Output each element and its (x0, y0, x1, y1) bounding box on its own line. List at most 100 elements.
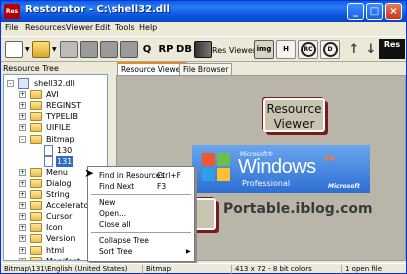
expand-icon[interactable]: + (19, 257, 26, 260)
microsoft-logo-text: Microsoft (328, 183, 360, 190)
extract-folder-icon[interactable] (100, 41, 118, 58)
tree-item-label[interactable]: shell32.dll (33, 78, 76, 89)
minimize-button[interactable]: _ (347, 3, 364, 20)
folder-icon (30, 212, 42, 222)
viewer-rc-button[interactable]: RC (298, 40, 318, 59)
context-menu-item[interactable]: New (88, 197, 194, 208)
tree-item-label[interactable]: html (45, 245, 65, 256)
xp-text: xp (324, 153, 335, 162)
bitmap-file-icon (44, 155, 53, 167)
new-file-icon[interactable] (5, 41, 23, 58)
menu-resources[interactable]: Resources (25, 23, 66, 32)
tree-item-label[interactable]: 131 (56, 155, 74, 167)
viewer-dialog-button[interactable]: D (320, 40, 340, 59)
menu-item-label: Sort Tree (99, 247, 133, 256)
resource-viewer-label: Res Viewer: (212, 46, 259, 55)
book-icon[interactable] (194, 41, 212, 58)
tree-item-label[interactable]: Menu (45, 167, 69, 178)
menu-edit[interactable]: Edit (95, 23, 111, 32)
menu-separator (91, 232, 191, 233)
tree-item-label[interactable]: REGINST (45, 100, 82, 111)
folder-icon (30, 90, 42, 100)
tree-item-label[interactable]: Bitmap (45, 134, 76, 145)
tab-file-browser[interactable]: File Browser (179, 63, 233, 75)
folder-icon (30, 234, 42, 244)
context-menu-item[interactable]: Find Next F3 (88, 181, 194, 192)
tree-item-label[interactable]: Cursor (45, 211, 73, 222)
context-menu-item[interactable]: Find in Resources Ctrl+F (88, 170, 194, 181)
document-icon[interactable] (60, 41, 78, 58)
expand-icon[interactable]: + (19, 102, 26, 110)
toolbar: ▼ ▼ Q RP DB Res Viewer: img H RC D ↑ ↓ (1, 36, 406, 62)
viewer-image-button[interactable]: img (254, 40, 274, 59)
context-menu-item[interactable]: Sort Tree ▶ (88, 246, 194, 257)
expand-icon[interactable]: + (19, 224, 26, 232)
collapse-icon[interactable]: - (19, 135, 26, 143)
tree-item-label[interactable]: AVI (45, 89, 60, 100)
rp-icon[interactable]: RP (157, 41, 175, 58)
tree-item-label[interactable]: TYPELIB (45, 111, 79, 122)
chevron-down-icon[interactable]: ▼ (52, 46, 57, 53)
title-bar[interactable]: Res Restorator - C:\shell32.dll _ □ × (1, 1, 406, 22)
app-logo-icon[interactable]: Res (4, 4, 20, 19)
folder-icon (30, 134, 42, 144)
save-icon[interactable] (80, 41, 98, 58)
tree-item-label[interactable]: UIFILE (45, 122, 72, 133)
chevron-down-icon[interactable]: ▼ (25, 46, 30, 53)
replace-icon[interactable] (120, 41, 138, 58)
tree-item-label[interactable]: Version (45, 233, 76, 244)
bitmap-file-icon (44, 144, 53, 156)
menu-tools[interactable]: Tools (115, 23, 135, 32)
watermark-text: Portable.iblog.com (223, 201, 373, 217)
menu-bar: File Resources Viewer Edit Tools Help (1, 22, 406, 36)
status-bar: Bitmap\131\English (United States) Bitma… (1, 263, 406, 274)
db-icon[interactable]: DB (175, 41, 193, 58)
expand-icon[interactable]: + (19, 124, 26, 132)
open-folder-icon[interactable] (32, 41, 50, 58)
context-menu-item[interactable]: Collapse Tree (88, 235, 194, 246)
expand-icon[interactable]: + (19, 91, 26, 99)
expand-icon[interactable]: + (19, 168, 26, 176)
tree-item-label[interactable]: 130 (56, 145, 73, 156)
search-icon[interactable]: Q (138, 41, 156, 58)
resource-viewer-callout: Resource Viewer (263, 98, 325, 132)
window-title: Restorator - C:\shell32.dll (25, 4, 170, 15)
menu-item-label: Open... (99, 209, 127, 218)
folder-icon (30, 178, 42, 188)
menu-item-label: Collapse Tree (99, 236, 149, 245)
tree-item-label[interactable]: Accelerator (45, 200, 93, 211)
tab-resource-viewer[interactable]: Resource Viewer (117, 62, 188, 75)
expand-icon[interactable]: + (19, 179, 26, 187)
tree-item-label[interactable]: Icon (45, 222, 64, 233)
collapse-icon[interactable]: - (7, 80, 14, 87)
edition-text: Professional (242, 179, 291, 188)
maximize-button[interactable]: □ (366, 3, 383, 20)
context-menu-item[interactable]: Open... (88, 208, 194, 219)
expand-icon[interactable]: + (19, 191, 26, 198)
folder-icon (30, 201, 42, 211)
folder-icon (30, 223, 42, 233)
app-window: Res Restorator - C:\shell32.dll _ □ × Fi… (0, 0, 407, 274)
folder-icon (30, 101, 42, 111)
tree-item-label[interactable]: Dialog (45, 178, 72, 189)
menu-file[interactable]: File (5, 23, 18, 32)
menu-viewer[interactable]: Viewer (66, 23, 93, 32)
arrow-up-icon[interactable]: ↑ (345, 41, 363, 58)
tree-item-label[interactable]: Manifest (45, 256, 81, 260)
expand-icon[interactable]: + (19, 202, 26, 210)
viewer-hex-button[interactable]: H (276, 40, 296, 59)
brand-logo: Res (379, 39, 405, 59)
folder-icon (30, 245, 42, 255)
tree-item-label[interactable]: String (45, 189, 71, 200)
close-button[interactable]: × (385, 3, 402, 20)
windows-text: Windows (238, 156, 316, 178)
menu-help[interactable]: Help (139, 23, 157, 32)
expand-icon[interactable]: + (19, 213, 26, 221)
expand-icon[interactable]: + (19, 235, 26, 243)
expand-icon[interactable]: + (19, 246, 26, 254)
arrow-down-icon[interactable]: ↓ (362, 41, 380, 58)
menu-item-label: New (99, 198, 116, 207)
expand-icon[interactable]: + (19, 113, 26, 121)
context-menu-item[interactable]: Close all (88, 219, 194, 230)
windows-flag-icon (202, 153, 232, 183)
